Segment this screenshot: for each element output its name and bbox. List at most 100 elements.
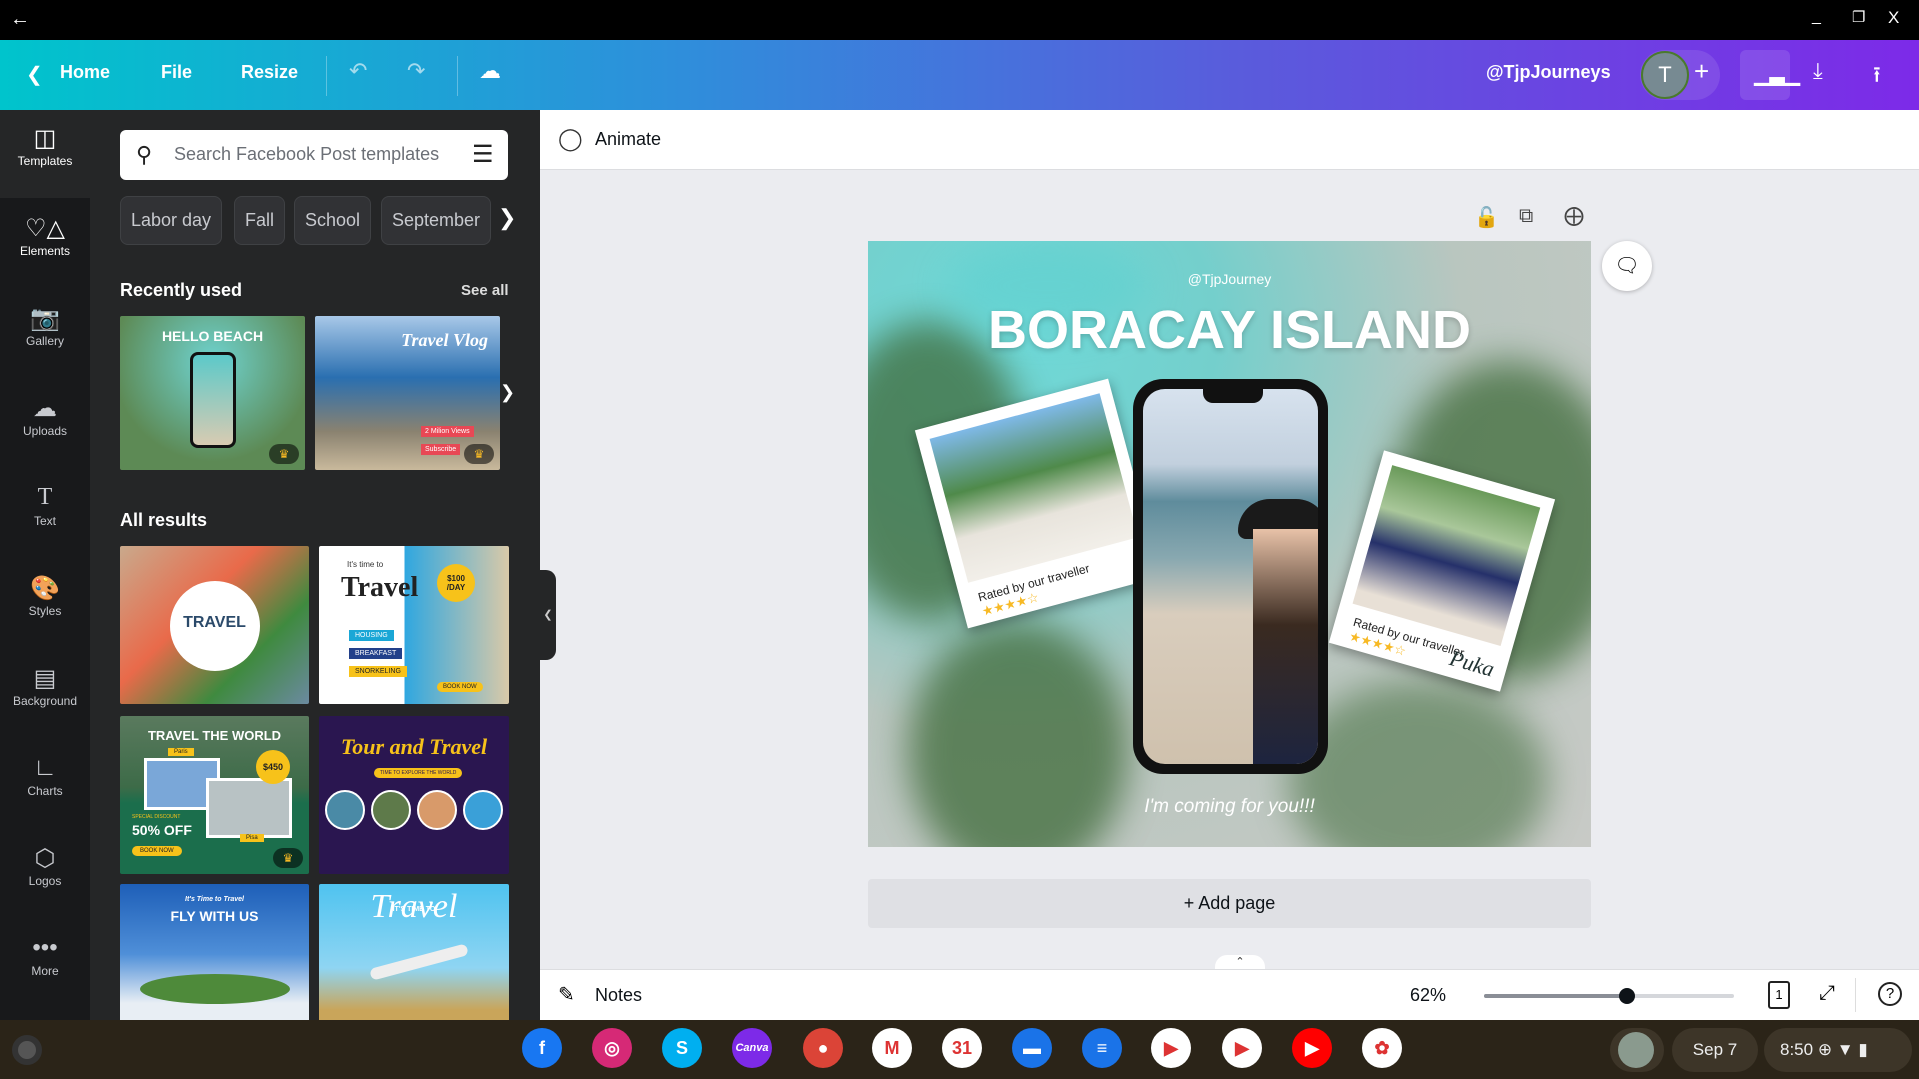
restore-icon[interactable]: ❐ — [1852, 8, 1865, 26]
nav-styles[interactable]: 🎨 Styles — [0, 560, 90, 648]
design-title[interactable]: BORACAY ISLAND — [868, 299, 1591, 361]
page-count-button[interactable]: 1 — [1768, 981, 1790, 1009]
zoom-slider[interactable] — [1484, 988, 1734, 1004]
nav-uploads[interactable]: ☁ Uploads — [0, 380, 90, 468]
youtube-app-icon[interactable]: ▶ — [1292, 1028, 1332, 1068]
undo-icon[interactable]: ↶ — [349, 58, 367, 84]
notes-icon: ✎ — [558, 984, 575, 1006]
calendar-app-icon[interactable]: 31 — [942, 1028, 982, 1068]
bar-chart-icon: ▁▃▁ — [1754, 64, 1801, 86]
search-input[interactable]: ⚲ Search Facebook Post templates ☰ — [120, 130, 508, 180]
share-icon[interactable]: ⭱ — [1873, 58, 1881, 96]
system-bar: ← _ ❐ X — [0, 0, 1919, 40]
more-icon: ••• — [32, 934, 58, 961]
zoom-slider-handle[interactable] — [1618, 988, 1635, 1004]
chrome-app-icon[interactable]: ● — [803, 1028, 843, 1068]
nav-charts[interactable]: ∟ Charts — [0, 740, 90, 828]
template-travel-collage[interactable]: TRAVEL — [120, 546, 309, 704]
background-icon: ▤ — [33, 665, 57, 692]
tote-button[interactable] — [1610, 1028, 1664, 1072]
redo-icon[interactable]: ↷ — [407, 58, 425, 84]
crown-icon: ♛ — [273, 848, 303, 868]
username: @TjpJourneys — [1486, 62, 1611, 82]
zoom-level[interactable]: 62% — [1410, 985, 1446, 1006]
template-travel-the-world[interactable]: TRAVEL THE WORLD Paris Pisa $450 SPECIAL… — [120, 716, 309, 874]
chip-september[interactable]: September — [381, 196, 492, 245]
play-store-app-icon[interactable]: ▶ — [1222, 1028, 1262, 1068]
comment-icon: 🗨 — [1614, 255, 1640, 277]
crown-icon: ♛ — [464, 444, 494, 464]
chip-labor-day[interactable]: Labor day — [120, 196, 223, 245]
back-arrow-icon[interactable]: ← — [10, 8, 30, 31]
template-tour-and-travel[interactable]: Tour and Travel TIME TO EXPLORE THE WORL… — [319, 716, 509, 874]
nav-logos[interactable]: ⬡ Logos — [0, 830, 90, 918]
date[interactable]: Sep 7 — [1672, 1028, 1758, 1072]
help-icon[interactable]: ? — [1878, 982, 1902, 1006]
template-fly-with-us[interactable]: It's Time to Travel FLY WITH US — [120, 884, 309, 1020]
instagram-app-icon[interactable]: ◎ — [592, 1028, 632, 1068]
nav-templates[interactable]: ◫ Templates — [0, 110, 90, 198]
chevron-left-icon[interactable]: ❮ — [26, 62, 43, 87]
nav-gallery[interactable]: 📷 Gallery — [0, 290, 90, 378]
templates-panel: ⚲ Search Facebook Post templates ☰ Labor… — [90, 110, 540, 1020]
duplicate-page-icon[interactable]: ⧉ — [1519, 205, 1533, 228]
add-page-icon[interactable]: ⨁ — [1564, 203, 1584, 228]
avatar[interactable]: T — [1641, 51, 1689, 99]
add-page-button[interactable]: + Add page — [868, 879, 1591, 928]
all-results-title: All results — [120, 510, 208, 530]
logo-icon: ⬡ — [34, 845, 56, 872]
design-tagline[interactable]: I'm coming for you!!! — [868, 796, 1591, 818]
lock-icon[interactable]: 🔓 — [1474, 205, 1499, 230]
design-handle[interactable]: @TjpJourney — [868, 271, 1591, 287]
see-all-link[interactable]: See all — [461, 282, 509, 299]
meet-app-icon[interactable]: ▶ — [1151, 1028, 1191, 1068]
photos-app-icon[interactable]: ✿ — [1362, 1028, 1402, 1068]
nav-background[interactable]: ▤ Background — [0, 650, 90, 738]
nav-text[interactable]: T Text — [0, 470, 90, 558]
design-canvas[interactable]: @TjpJourney BORACAY ISLAND Rated by our … — [868, 241, 1591, 847]
recently-used-title: Recently used — [120, 280, 243, 300]
gmail-app-icon[interactable]: M — [872, 1028, 912, 1068]
fullscreen-icon[interactable]: ⤢ — [1819, 982, 1835, 1005]
chevron-right-icon[interactable]: ❯ — [498, 205, 516, 231]
chip-fall[interactable]: Fall — [234, 196, 286, 245]
filter-icon[interactable]: ☰ — [472, 140, 494, 169]
home-button[interactable]: Home — [60, 62, 110, 83]
template-hello-beach[interactable]: HELLO BEACH ♛ — [120, 316, 305, 470]
resize-button[interactable]: Resize — [241, 62, 298, 83]
nav-elements[interactable]: ♡△ Elements — [0, 200, 90, 288]
launcher-button[interactable] — [12, 1035, 42, 1065]
template-travel-vlog[interactable]: Travel Vlog 2 Milion Views Subscribe ♛ — [315, 316, 500, 470]
cloud-save-icon[interactable]: ☁ — [479, 58, 501, 84]
carousel-next-icon[interactable]: ❯ — [500, 382, 515, 403]
phone-frame[interactable] — [1133, 379, 1328, 774]
canva-app-icon[interactable]: Canva — [732, 1028, 772, 1068]
facebook-app-icon[interactable]: f — [522, 1028, 562, 1068]
messages-app-icon[interactable]: ≡ — [1082, 1028, 1122, 1068]
file-menu[interactable]: File — [161, 62, 192, 83]
search-icon: ⚲ — [136, 142, 153, 167]
upload-cloud-icon: ☁ — [33, 395, 57, 422]
template-time-to-travel[interactable]: It's time to Travel $100 /DAY HOUSING BR… — [319, 546, 509, 704]
camera-icon: 📷 — [30, 305, 60, 332]
nav-more[interactable]: ••• More — [0, 920, 90, 1008]
chip-school[interactable]: School — [294, 196, 372, 245]
add-collaborator-icon[interactable]: + — [1694, 56, 1709, 87]
skype-app-icon[interactable]: S — [662, 1028, 702, 1068]
add-comment-button[interactable]: 🗨 — [1602, 241, 1652, 291]
template-its-time-to-travel[interactable]: IT'S TIME TO Travel — [319, 884, 509, 1020]
close-button[interactable]: X — [1888, 8, 1899, 28]
download-icon[interactable]: ⤓ — [1813, 58, 1823, 84]
templates-icon: ◫ — [33, 125, 57, 152]
animate-button[interactable]: Animate — [595, 129, 661, 150]
chart-icon: ∟ — [33, 754, 57, 781]
notes-button[interactable]: Notes — [595, 985, 642, 1006]
insights-button[interactable]: ▁▃▁ — [1740, 50, 1800, 100]
collapse-panel-handle[interactable]: ❮ — [540, 570, 556, 660]
airplane-graphic — [369, 943, 469, 981]
text-icon: T — [37, 484, 53, 510]
files-app-icon[interactable]: ▬ — [1012, 1028, 1052, 1068]
status-area[interactable]: 8:50 ⊕ ▼ ▮ — [1764, 1028, 1912, 1072]
editor-header: ❮ Home File Resize ↶ ↷ ☁ @TjpJourneys T … — [0, 40, 1919, 110]
minimize-button[interactable]: _ — [1812, 8, 1821, 26]
